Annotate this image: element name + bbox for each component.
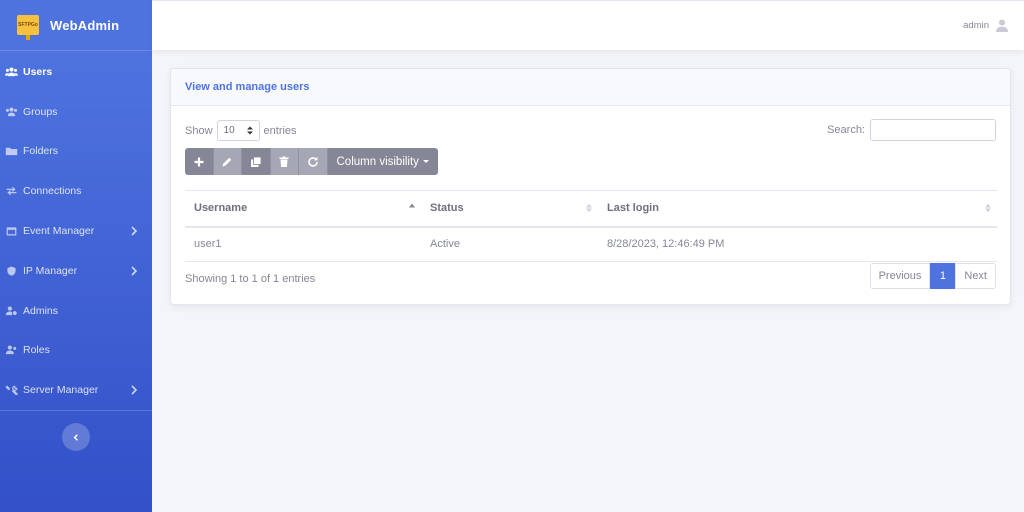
sidebar-item-label: IP Manager	[23, 264, 78, 277]
users-icon	[5, 67, 18, 77]
chevron-right-icon	[131, 266, 138, 276]
column-visibility-label: Column visibility	[336, 155, 419, 168]
card-title: View and manage users	[171, 69, 1010, 106]
cell-username: user1	[185, 226, 421, 262]
sidebar-item-users[interactable]: Users	[0, 52, 152, 92]
sidebar-item-roles[interactable]: Roles	[0, 331, 152, 371]
sidebar-item-label: Event Manager	[23, 225, 95, 238]
sidebar-item-server-manager[interactable]: Server Manager	[0, 370, 152, 410]
table-header-row: Username Status Last login	[185, 190, 997, 228]
sidebar-item-label: Groups	[23, 105, 58, 118]
sidebar-item-event-manager[interactable]: Event Manager	[0, 211, 152, 251]
sidebar-item-label: Admins	[23, 304, 59, 317]
topbar: admin	[152, 0, 1024, 50]
sidebar-item-admins[interactable]: Admins	[0, 291, 152, 331]
brand-name: WebAdmin	[50, 17, 120, 33]
search-input[interactable]	[870, 119, 996, 141]
folder-icon	[5, 146, 18, 156]
next-page-button[interactable]: Next	[955, 263, 996, 289]
users-card: View and manage users Show 10 entries Se…	[170, 68, 1011, 305]
brand-logo: SFTPGo	[17, 15, 39, 40]
table-info: Showing 1 to 1 of 1 entries	[185, 273, 316, 285]
sidebar-toggle-button[interactable]	[62, 423, 90, 452]
column-header-status[interactable]: Status	[421, 190, 598, 228]
sidebar-item-connections[interactable]: Connections	[0, 171, 152, 211]
column-header-label: Status	[430, 202, 464, 215]
user-cog-icon	[5, 306, 18, 316]
table-toolbar: Column visibility	[185, 148, 438, 175]
plus-icon	[194, 157, 204, 166]
length-select[interactable]: 10	[216, 120, 260, 141]
users-icon	[5, 345, 18, 355]
users-icon	[5, 107, 18, 117]
sidebar-item-groups[interactable]: Groups	[0, 92, 152, 132]
brand[interactable]: SFTPGo WebAdmin	[0, 0, 152, 51]
column-header-label: Username	[194, 202, 248, 215]
chevron-right-icon	[131, 226, 138, 236]
refresh-button[interactable]	[299, 148, 328, 175]
length-show-label: Show	[185, 124, 213, 137]
page-1-button[interactable]: 1	[930, 263, 956, 289]
users-table: Username Status Last login user1 Active …	[185, 190, 997, 262]
sort-asc-icon	[409, 203, 415, 213]
pencil-icon	[222, 157, 232, 166]
sidebar-item-label: Users	[23, 65, 53, 78]
add-button[interactable]	[185, 148, 214, 175]
search-label: Search:	[827, 124, 865, 136]
sidebar: SFTPGo WebAdmin Users Groups Folders Con…	[0, 0, 152, 512]
sidebar-item-label: Connections	[23, 185, 82, 198]
shield-icon	[5, 266, 18, 276]
chevron-right-icon	[131, 385, 138, 395]
column-visibility-button[interactable]: Column visibility	[327, 148, 438, 175]
sidebar-toggle-wrap	[0, 411, 152, 463]
clone-button[interactable]	[242, 148, 271, 175]
brand-logo-text: SFTPGo	[18, 22, 38, 28]
sidebar-item-label: Folders	[23, 145, 59, 158]
sidebar-nav: Users Groups Folders Connections Event M…	[0, 52, 152, 410]
clone-icon	[250, 156, 262, 167]
delete-button[interactable]	[270, 148, 299, 175]
edit-button[interactable]	[213, 148, 242, 175]
table-row[interactable]: user1 Active 8/28/2023, 12:46:49 PM	[185, 226, 997, 262]
calendar-icon	[5, 226, 18, 236]
refresh-icon	[307, 156, 318, 167]
chevron-left-icon	[73, 433, 78, 441]
column-header-label: Last login	[607, 202, 659, 215]
sidebar-item-ip-manager[interactable]: IP Manager	[0, 251, 152, 291]
search-control: Search:	[827, 119, 996, 141]
cell-status: Active	[421, 226, 598, 262]
sidebar-item-label: Roles	[23, 344, 50, 357]
sidebar-item-folders[interactable]: Folders	[0, 132, 152, 172]
pagination: Previous 1 Next	[869, 263, 996, 289]
topbar-username[interactable]: admin	[963, 20, 989, 31]
sort-updown-icon	[246, 126, 253, 135]
user-icon[interactable]	[996, 19, 1008, 32]
length-control: Show 10 entries	[185, 120, 297, 141]
sidebar-item-label: Server Manager	[23, 384, 99, 397]
previous-page-button[interactable]: Previous	[869, 263, 931, 289]
trash-icon	[279, 156, 289, 167]
length-entries-label: entries	[263, 124, 297, 137]
tools-icon	[5, 385, 18, 396]
caret-down-icon	[422, 160, 429, 163]
sort-icon	[985, 203, 991, 213]
sort-icon	[586, 203, 592, 213]
column-header-username[interactable]: Username	[185, 190, 421, 228]
column-header-last-login[interactable]: Last login	[598, 190, 997, 228]
cell-last-login: 8/28/2023, 12:46:49 PM	[598, 226, 997, 262]
exchange-icon	[5, 186, 18, 196]
length-value: 10	[223, 125, 235, 136]
